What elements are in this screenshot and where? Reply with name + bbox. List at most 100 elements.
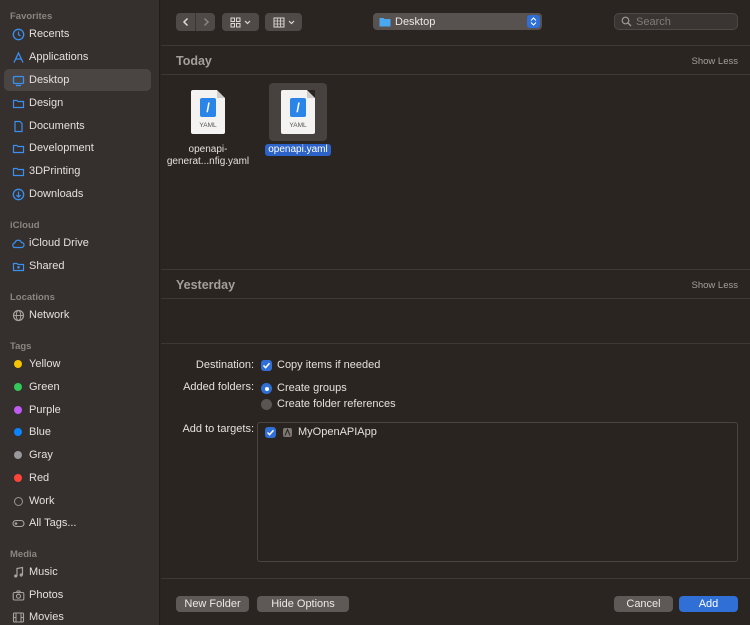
sidebar-all-tags[interactable]: All Tags...: [4, 512, 151, 534]
file-name: openapi-generat...nfig.yaml: [166, 144, 250, 167]
search-input[interactable]: [636, 15, 732, 28]
sidebar-item-development[interactable]: Development: [4, 137, 151, 159]
file-item[interactable]: / YAML openapi-generat...nfig.yaml: [166, 83, 250, 168]
sidebar-item-desktop[interactable]: Desktop: [4, 69, 151, 91]
app-target-icon: [283, 428, 292, 437]
target-name: MyOpenAPIApp: [298, 426, 377, 438]
targets-label: Add to targets:: [182, 423, 254, 435]
sidebar-item-applications[interactable]: Applications: [4, 46, 151, 68]
sidebar-item-label: Desktop: [29, 74, 70, 86]
media-heading: Media: [10, 549, 37, 560]
sidebar-item-label: Downloads: [29, 188, 84, 200]
sidebar-item-label: Work: [29, 495, 55, 507]
sidebar-tag-gray[interactable]: Gray: [4, 444, 151, 466]
checkmark-icon: [262, 362, 271, 369]
location-label: Desktop: [395, 15, 436, 28]
camera-icon: [11, 588, 25, 602]
sidebar-item-label: Network: [29, 309, 70, 321]
sidebar-item-music[interactable]: Music: [4, 561, 151, 583]
chevron-right-icon: [203, 17, 209, 27]
sidebar-item-label: Music: [29, 566, 58, 578]
targets-list: MyOpenAPIApp: [257, 422, 738, 562]
yaml-file-icon: / YAML: [191, 90, 225, 134]
create-groups-radio[interactable]: [261, 383, 272, 394]
group-title: Today: [176, 54, 212, 68]
sidebar-item-downloads[interactable]: Downloads: [4, 183, 151, 205]
back-button[interactable]: [176, 13, 195, 31]
forward-button[interactable]: [196, 13, 215, 31]
file-thumbnail: / YAML: [179, 83, 237, 141]
sidebar-item-label: Movies: [29, 611, 64, 623]
chevron-left-icon: [182, 17, 188, 27]
sidebar-item-documents[interactable]: Documents: [4, 115, 151, 137]
group-grid-icon: [273, 17, 284, 27]
folder-icon: [11, 141, 25, 155]
file-item-selected[interactable]: / YAML openapi.yaml: [258, 83, 338, 156]
tag-color-dot-icon: [11, 425, 25, 439]
sidebar-item-label: Green: [29, 381, 60, 393]
desktop-icon: [11, 73, 25, 87]
sidebar-item-recents[interactable]: Recents: [4, 23, 151, 45]
tag-color-dot-icon: [11, 448, 25, 462]
sidebar-item-label: 3DPrinting: [29, 165, 81, 177]
sidebar-item-label: iCloud Drive: [29, 237, 89, 249]
browser-pane: Desktop Today Show Less / YAML openapi-g…: [161, 0, 750, 625]
sidebar-item-label: Recents: [29, 28, 70, 40]
group-header-yesterday: Yesterday Show Less: [161, 269, 750, 298]
location-popup[interactable]: Desktop: [373, 13, 542, 30]
music-icon: [11, 565, 25, 579]
sidebar-item-icloud-drive[interactable]: iCloud Drive: [4, 232, 151, 254]
cloud-icon: [11, 236, 25, 250]
sidebar-item-label: Development: [29, 142, 94, 154]
document-icon: [11, 119, 25, 133]
create-folder-refs-radio[interactable]: [261, 399, 272, 410]
group-by-button[interactable]: [265, 13, 302, 31]
globe-icon: [11, 308, 25, 322]
add-button[interactable]: Add: [679, 596, 738, 612]
sidebar-item-label: Photos: [29, 589, 64, 601]
copy-items-checkbox[interactable]: [261, 360, 272, 371]
sidebar-item-shared[interactable]: Shared: [4, 255, 151, 277]
sidebar-tag-work[interactable]: Work: [4, 490, 151, 512]
show-less-button[interactable]: Show Less: [692, 56, 738, 67]
sidebar-item-photos[interactable]: Photos: [4, 584, 151, 606]
create-folder-refs-label: Create folder references: [277, 398, 396, 410]
cancel-button[interactable]: Cancel: [614, 596, 673, 612]
copy-items-label: Copy items if needed: [277, 359, 381, 371]
checkmark-icon: [266, 429, 275, 436]
icloud-heading: iCloud: [10, 220, 40, 231]
sidebar-item-design[interactable]: Design: [4, 92, 151, 114]
show-less-button[interactable]: Show Less: [692, 280, 738, 291]
new-folder-button[interactable]: New Folder: [176, 596, 249, 612]
sidebar-tag-yellow[interactable]: Yellow: [4, 353, 151, 375]
search-icon: [621, 16, 632, 27]
sidebar-tag-blue[interactable]: Blue: [4, 421, 151, 443]
group-title: Yesterday: [176, 278, 236, 292]
sidebar-tag-red[interactable]: Red: [4, 467, 151, 489]
sidebar-item-network[interactable]: Network: [4, 304, 151, 326]
tag-color-dot-icon: [11, 380, 25, 394]
tag-empty-ring-icon: [11, 494, 25, 508]
tag-color-dot-icon: [11, 357, 25, 371]
sidebar-item-label: Yellow: [29, 358, 61, 370]
locations-heading: Locations: [10, 292, 55, 303]
hide-options-button[interactable]: Hide Options: [257, 596, 349, 612]
group-header-today: Today Show Less: [161, 45, 750, 74]
sidebar-item-label: Documents: [29, 120, 85, 132]
sidebar-item-label: All Tags...: [29, 517, 77, 529]
clock-icon: [11, 27, 25, 41]
sidebar-tag-green[interactable]: Green: [4, 376, 151, 398]
sidebar-tag-purple[interactable]: Purple: [4, 399, 151, 421]
sidebar-item-3dprinting[interactable]: 3DPrinting: [4, 160, 151, 182]
target-checkbox[interactable]: [265, 427, 276, 438]
sidebar-item-movies[interactable]: Movies: [4, 606, 151, 625]
updown-chevron-icon: [527, 15, 540, 28]
file-thumbnail: / YAML: [269, 83, 327, 141]
yaml-file-icon: / YAML: [281, 90, 315, 134]
nav-buttons: [176, 13, 215, 31]
file-name: openapi.yaml: [265, 144, 331, 156]
favorites-heading: Favorites: [10, 11, 53, 22]
view-mode-button[interactable]: [222, 13, 259, 31]
grid-icon: [230, 17, 241, 27]
search-field[interactable]: [614, 13, 738, 30]
